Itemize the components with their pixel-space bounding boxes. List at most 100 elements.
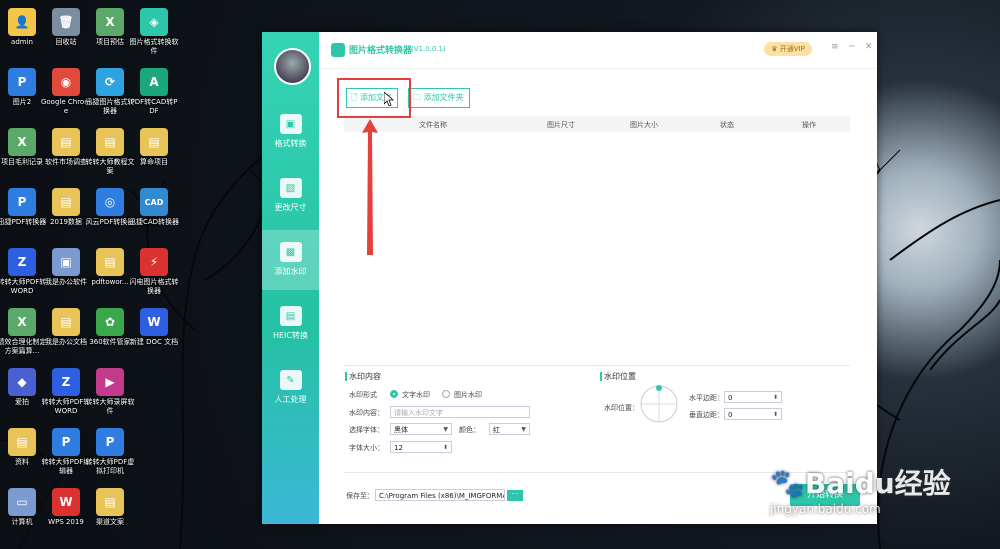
manual-icon: ✎ xyxy=(279,370,302,390)
desktop-icon-label: 转转大师录屏软件 xyxy=(85,398,135,415)
sidebar-item-image-convert[interactable]: ▣ 格式转换 xyxy=(262,102,319,162)
crown-icon: ♛ xyxy=(771,45,778,53)
desktop-icon[interactable]: ▶ 转转大师录屏软件 xyxy=(84,368,136,416)
app-icon: ▤ xyxy=(52,128,80,156)
font-value: 黑体 xyxy=(394,426,408,434)
sidebar-item-heic[interactable]: ▤ HEIC转换 xyxy=(262,294,319,354)
divider xyxy=(344,365,850,366)
app-icon: ⟳ xyxy=(96,68,124,96)
sidebar-item-manual[interactable]: ✎ 人工处理 xyxy=(262,358,319,418)
app-icon: Z xyxy=(52,368,80,396)
browse-button[interactable]: ··· xyxy=(507,490,523,501)
col-filename: 文件名称 xyxy=(419,121,447,129)
watermark-type-label: 水印形式 xyxy=(349,391,377,399)
desktop-icon[interactable]: P 转转大师PDF虚拟打印机 xyxy=(84,428,136,476)
app-icon: ▤ xyxy=(52,188,80,216)
position-picker[interactable] xyxy=(639,384,679,424)
desktop-icon-label: 图片格式转换软件 xyxy=(129,38,179,55)
app-icon: 👤 xyxy=(8,8,36,36)
baidu-url: jingyan.baidu.com xyxy=(770,502,881,516)
horizontal-margin-value: 0 xyxy=(728,394,733,402)
title-bar: 图片格式转换器 (V1.0.0.1) ♛ 开通VIP ≡ ─ ✕ xyxy=(319,32,877,69)
desktop-icon[interactable]: ▤ 算命项目 xyxy=(128,128,180,167)
desktop-icon-label: 新建 DOC 文档 xyxy=(129,338,179,346)
sidebar-item-label: 人工处理 xyxy=(274,395,307,404)
desktop-icon[interactable]: A PDF转CAD转PDF xyxy=(128,68,180,116)
folder-icon: 🗀 xyxy=(413,93,421,102)
app-icon: P xyxy=(8,188,36,216)
color-label: 颜色： xyxy=(459,426,480,434)
app-icon: ◆ xyxy=(8,368,36,396)
watermark-text-input[interactable]: 请输入水印文字 xyxy=(390,406,530,418)
desktop-icon-label: 转转大师PDF虚拟打印机 xyxy=(85,458,135,475)
vertical-margin-value: 0 xyxy=(728,411,733,419)
text-watermark-label: 文字水印 xyxy=(402,391,430,399)
app-version: (V1.0.0.1) xyxy=(411,45,446,53)
font-select[interactable]: 黑体 ▼ xyxy=(390,423,452,435)
desktop-icon-label: 算命项目 xyxy=(140,158,168,166)
sidebar-item-resize[interactable]: ▨ 更改尺寸 xyxy=(262,166,319,226)
desktop-icon-label: 迅捷CAD转换器 xyxy=(128,218,180,226)
app-icon: X xyxy=(96,8,124,36)
paw-icon: 🐾 xyxy=(770,467,805,500)
col-dimensions: 图片尺寸 xyxy=(547,121,575,129)
desktop-icon[interactable]: CAD 迅捷CAD转换器 xyxy=(128,188,180,227)
sidebar-item-watermark[interactable]: ▩ 添加水印 xyxy=(262,230,319,290)
heic-icon: ▤ xyxy=(279,306,302,326)
radio-text-watermark[interactable] xyxy=(390,390,398,398)
menu-icon[interactable]: ≡ xyxy=(831,42,839,52)
col-actions: 操作 xyxy=(802,121,816,129)
app-icon: Z xyxy=(8,248,36,276)
app-icon: W xyxy=(52,488,80,516)
desktop-icon[interactable]: ▤ 渠道文案 xyxy=(84,488,136,527)
desktop-icon[interactable]: ⚡ 闪电图片格式转换器 xyxy=(128,248,180,296)
desktop-icon[interactable]: ◈ 图片格式转换软件 xyxy=(128,8,180,56)
desktop-icon[interactable]: W 新建 DOC 文档 xyxy=(128,308,180,347)
app-icon: P xyxy=(96,428,124,456)
watermark-position-title: 水印位置 xyxy=(600,372,636,381)
image-watermark-label: 图片水印 xyxy=(454,391,482,399)
watermark-content-label: 水印内容： xyxy=(349,409,384,417)
horizontal-margin-stepper[interactable]: 0 ⬍ xyxy=(724,391,782,403)
font-size-label: 字体大小： xyxy=(349,444,384,452)
color-select[interactable]: 红 ▼ xyxy=(489,423,530,435)
watermark-icon: ▩ xyxy=(279,242,302,262)
app-icon: ⚡ xyxy=(140,248,168,276)
desktop-icon-label: 闪电图片格式转换器 xyxy=(129,278,179,295)
app-icon: ▶ xyxy=(96,368,124,396)
highlight-box xyxy=(337,78,411,118)
app-icon: A xyxy=(140,68,168,96)
sidebar-item-label: HEIC转换 xyxy=(272,331,308,340)
image-convert-icon: ▣ xyxy=(279,114,302,134)
stepper-icon[interactable]: ⬍ xyxy=(773,392,778,404)
horizontal-margin-label: 水平边距： xyxy=(689,394,724,402)
app-icon: ✿ xyxy=(96,308,124,336)
font-size-stepper[interactable]: 12 ⬍ xyxy=(390,441,452,453)
minimize-button[interactable]: ─ xyxy=(849,42,854,52)
add-folder-button[interactable]: 🗀 添加文件夹 xyxy=(408,88,470,108)
font-size-value: 12 xyxy=(394,444,403,452)
app-icon: ▣ xyxy=(52,248,80,276)
radio-image-watermark[interactable] xyxy=(442,390,450,398)
user-avatar[interactable] xyxy=(274,48,311,85)
stepper-icon[interactable]: ⬍ xyxy=(773,409,778,421)
sidebar-item-label: 更改尺寸 xyxy=(274,203,307,212)
app-icon: ◉ xyxy=(52,68,80,96)
watermark-content-title: 水印内容 xyxy=(345,372,381,381)
close-button[interactable]: ✕ xyxy=(865,42,873,52)
position-label: 水印位置： xyxy=(604,404,639,412)
app-icon: ▤ xyxy=(96,128,124,156)
annotation-arrow xyxy=(362,119,378,255)
app-icon: P xyxy=(52,428,80,456)
app-icon: CAD xyxy=(140,188,168,216)
save-path-input[interactable]: C:\Program Files (x86)\M_IMGFORMA xyxy=(375,489,505,501)
chevron-down-icon: ▼ xyxy=(443,426,448,433)
stepper-icon[interactable]: ⬍ xyxy=(443,442,448,454)
font-label: 选择字体： xyxy=(349,426,384,434)
app-title: 图片格式转换器 xyxy=(349,46,413,56)
vertical-margin-stepper[interactable]: 0 ⬍ xyxy=(724,408,782,420)
add-folder-label: 添加文件夹 xyxy=(423,93,464,102)
vip-button[interactable]: ♛ 开通VIP xyxy=(764,42,812,56)
file-table-header: 文件名称 图片尺寸 图片大小 状态 操作 xyxy=(344,116,850,132)
color-value: 红 xyxy=(493,426,500,434)
